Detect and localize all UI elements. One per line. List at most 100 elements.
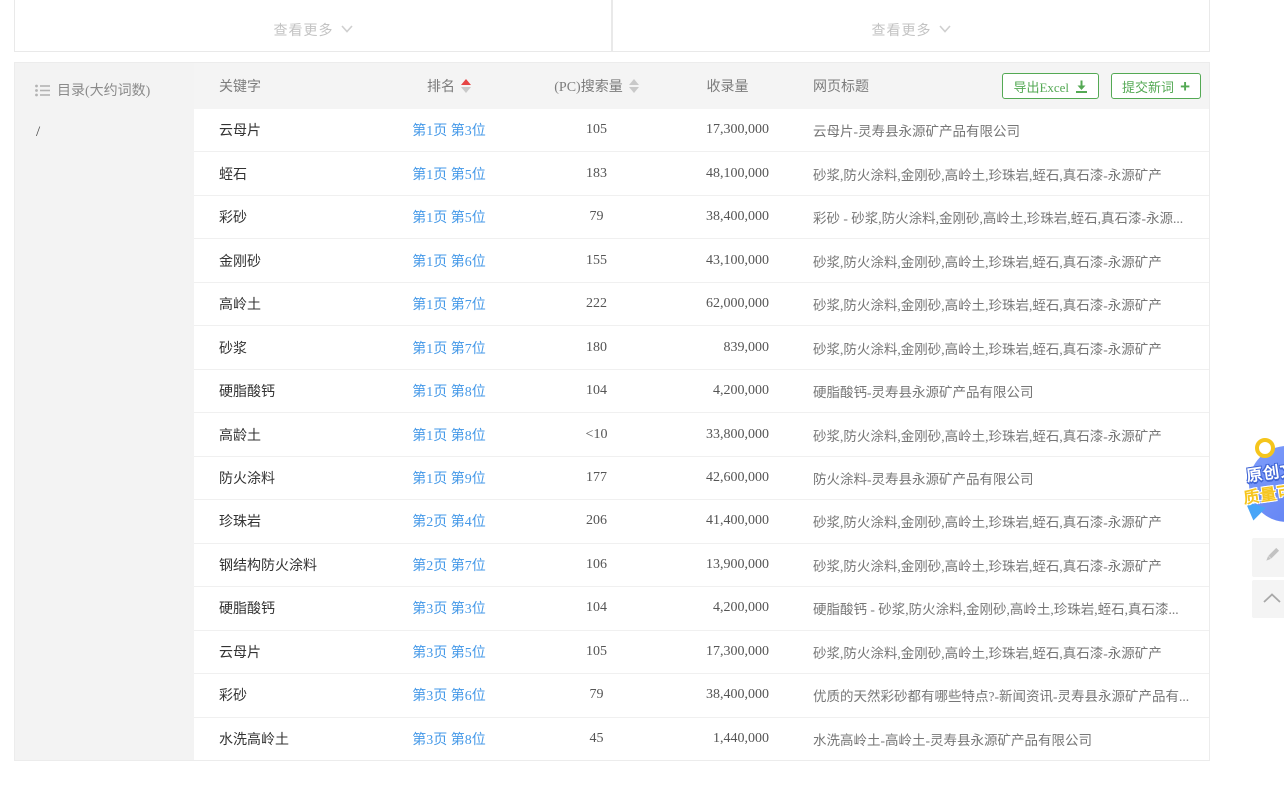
page-title-cell: 砂浆,防火涂料,金刚砂,高岭土,珍珠岩,蛭石,真石漆-永源矿产 <box>771 338 1209 358</box>
rank-link[interactable]: 第1页 第8位 <box>412 381 486 401</box>
keyword-cell: 蛭石 <box>194 164 389 184</box>
header-buttons: 导出Excel 提交新词 + <box>990 73 1201 99</box>
keyword-table: 关键字 排名 (PC)搜索量 收录量 网页标题 导出Excel <box>194 63 1209 760</box>
page-title-cell: 砂浆,防火涂料,金刚砂,高岭土,珍珠岩,蛭石,真石漆-永源矿产 <box>771 164 1209 184</box>
page-title-cell: 砂浆,防火涂料,金刚砂,高岭土,珍珠岩,蛭石,真石漆-永源矿产 <box>771 511 1209 531</box>
rank-cell: 第2页 第7位 <box>389 555 509 575</box>
view-more-label: 查看更多 <box>274 20 334 40</box>
page-title-cell: 水洗高岭土-高岭土-灵寿县永源矿产品有限公司 <box>771 729 1209 749</box>
table-header-row: 关键字 排名 (PC)搜索量 收录量 网页标题 导出Excel <box>194 63 1209 109</box>
index-count-cell: 1,440,000 <box>684 731 771 747</box>
index-count-cell: 38,400,000 <box>684 209 771 225</box>
table-row: 高岭土 第1页 第7位 222 62,000,000 砂浆,防火涂料,金刚砂,高… <box>194 283 1209 326</box>
view-more-left[interactable]: 查看更多 <box>14 0 612 52</box>
page-title-text: 砂浆,防火涂料,金刚砂,高岭土,珍珠岩,蛭石,真石漆-永源矿产 <box>813 251 1162 271</box>
chevron-down-icon <box>341 20 353 38</box>
keyword-cell: 钢结构防火涂料 <box>194 555 389 575</box>
table-row: 云母片 第3页 第5位 105 17,300,000 砂浆,防火涂料,金刚砂,高… <box>194 631 1209 674</box>
pc-search-cell: 222 <box>509 296 684 312</box>
page-title-text: 硬脂酸钙-灵寿县永源矿产品有限公司 <box>813 381 1034 401</box>
view-more-right[interactable]: 查看更多 <box>612 0 1210 52</box>
sort-rank-icon[interactable] <box>461 79 471 93</box>
page-title-cell: 优质的天然彩砂都有哪些特点?-新闻资讯-灵寿县永源矿产品有... <box>771 685 1209 705</box>
rank-cell: 第3页 第3位 <box>389 598 509 618</box>
rank-link[interactable]: 第1页 第6位 <box>412 251 486 271</box>
submit-new-words-button[interactable]: 提交新词 + <box>1111 73 1201 99</box>
page-title-cell: 硬脂酸钙-灵寿县永源矿产品有限公司 <box>771 381 1209 401</box>
keyword-cell: 高岭土 <box>194 294 389 314</box>
chevron-up-icon <box>1263 590 1281 608</box>
keyword-cell: 硬脂酸钙 <box>194 381 389 401</box>
index-count-cell: 17,300,000 <box>684 122 771 138</box>
table-row: 钢结构防火涂料 第2页 第7位 106 13,900,000 砂浆,防火涂料,金… <box>194 544 1209 587</box>
rank-link[interactable]: 第1页 第9位 <box>412 468 486 488</box>
rank-link[interactable]: 第1页 第7位 <box>412 338 486 358</box>
rank-cell: 第1页 第8位 <box>389 381 509 401</box>
pc-search-cell: <10 <box>509 427 684 443</box>
table-row: 高龄土 第1页 第8位 <10 33,800,000 砂浆,防火涂料,金刚砂,高… <box>194 413 1209 456</box>
rank-cell: 第1页 第8位 <box>389 425 509 445</box>
page-title-cell: 云母片-灵寿县永源矿产品有限公司 <box>771 120 1209 140</box>
pc-search-cell: 105 <box>509 122 684 138</box>
keyword-cell: 防火涂料 <box>194 468 389 488</box>
back-to-top-fab[interactable] <box>1252 580 1284 618</box>
rank-link[interactable]: 第3页 第3位 <box>412 598 486 618</box>
rank-link[interactable]: 第3页 第8位 <box>412 729 486 749</box>
rank-cell: 第1页 第7位 <box>389 294 509 314</box>
rank-cell: 第3页 第5位 <box>389 642 509 662</box>
page-title-text: 砂浆,防火涂料,金刚砂,高岭土,珍珠岩,蛭石,真石漆-永源矿产 <box>813 294 1162 314</box>
view-more-label: 查看更多 <box>872 20 932 40</box>
export-excel-button[interactable]: 导出Excel <box>1002 73 1099 99</box>
directory-item-root[interactable]: / <box>15 124 194 141</box>
directory-sidebar: 目录(大约词数) / <box>15 63 194 760</box>
pc-search-cell: 106 <box>509 557 684 573</box>
keyword-rank-panel: 目录(大约词数) / 关键字 排名 (PC)搜索量 收录量 网页标题 导出Exc… <box>14 62 1210 761</box>
column-header-rank: 排名 <box>389 76 509 96</box>
rank-cell: 第1页 第9位 <box>389 468 509 488</box>
pc-search-cell: 180 <box>509 340 684 356</box>
rank-link[interactable]: 第1页 第3位 <box>412 120 486 140</box>
rank-cell: 第1页 第5位 <box>389 207 509 227</box>
index-count-cell: 42,600,000 <box>684 470 771 486</box>
rank-link[interactable]: 第1页 第5位 <box>412 164 486 184</box>
table-row: 彩砂 第1页 第5位 79 38,400,000 彩砂 - 砂浆,防火涂料,金刚… <box>194 196 1209 239</box>
rank-link[interactable]: 第2页 第4位 <box>412 511 486 531</box>
table-row: 彩砂 第3页 第6位 79 38,400,000 优质的天然彩砂都有哪些特点?-… <box>194 674 1209 717</box>
index-count-cell: 33,800,000 <box>684 427 771 443</box>
page-title-text: 防火涂料-灵寿县永源矿产品有限公司 <box>813 468 1034 488</box>
table-row: 硬脂酸钙 第3页 第3位 104 4,200,000 硬脂酸钙 - 砂浆,防火涂… <box>194 587 1209 630</box>
promo-badge[interactable]: 原创文 质量可 <box>1246 436 1284 536</box>
column-header-pc-search: (PC)搜索量 <box>509 76 684 96</box>
table-row: 云母片 第1页 第3位 105 17,300,000 云母片-灵寿县永源矿产品有… <box>194 109 1209 152</box>
page-title-cell: 砂浆,防火涂料,金刚砂,高岭土,珍珠岩,蛭石,真石漆-永源矿产 <box>771 294 1209 314</box>
page-title-text: 彩砂 - 砂浆,防火涂料,金刚砂,高岭土,珍珠岩,蛭石,真石漆-永源... <box>813 207 1183 227</box>
sort-pc-search-icon[interactable] <box>629 79 639 93</box>
rank-link[interactable]: 第2页 第7位 <box>412 555 486 575</box>
index-count-cell: 839,000 <box>684 340 771 356</box>
page-title-text: 硬脂酸钙 - 砂浆,防火涂料,金刚砂,高岭土,珍珠岩,蛭石,真石漆... <box>813 598 1179 618</box>
index-count-cell: 4,200,000 <box>684 600 771 616</box>
column-header-index-count: 收录量 <box>684 76 771 96</box>
rank-cell: 第3页 第6位 <box>389 685 509 705</box>
rank-link[interactable]: 第1页 第7位 <box>412 294 486 314</box>
rank-link[interactable]: 第3页 第6位 <box>412 685 486 705</box>
keyword-cell: 高龄土 <box>194 425 389 445</box>
directory-title: 目录(大约词数) <box>57 80 150 100</box>
page-title-text: 水洗高岭土-高岭土-灵寿县永源矿产品有限公司 <box>813 729 1092 749</box>
view-more-bar: 查看更多 查看更多 <box>14 0 1210 52</box>
keyword-cell: 金刚砂 <box>194 251 389 271</box>
rank-link[interactable]: 第3页 第5位 <box>412 642 486 662</box>
table-row: 蛭石 第1页 第5位 183 48,100,000 砂浆,防火涂料,金刚砂,高岭… <box>194 152 1209 195</box>
rank-link[interactable]: 第1页 第5位 <box>412 207 486 227</box>
rank-link[interactable]: 第1页 第8位 <box>412 425 486 445</box>
page-title-text: 砂浆,防火涂料,金刚砂,高岭土,珍珠岩,蛭石,真石漆-永源矿产 <box>813 511 1162 531</box>
edit-fab[interactable] <box>1252 538 1284 577</box>
index-count-cell: 48,100,000 <box>684 166 771 182</box>
rank-cell: 第1页 第3位 <box>389 120 509 140</box>
rank-cell: 第1页 第5位 <box>389 164 509 184</box>
rank-header-label: 排名 <box>427 76 455 96</box>
keyword-cell: 云母片 <box>194 642 389 662</box>
table-row: 水洗高岭土 第3页 第8位 45 1,440,000 水洗高岭土-高岭土-灵寿县… <box>194 718 1209 760</box>
rank-cell: 第3页 第8位 <box>389 729 509 749</box>
table-row: 珍珠岩 第2页 第4位 206 41,400,000 砂浆,防火涂料,金刚砂,高… <box>194 500 1209 543</box>
